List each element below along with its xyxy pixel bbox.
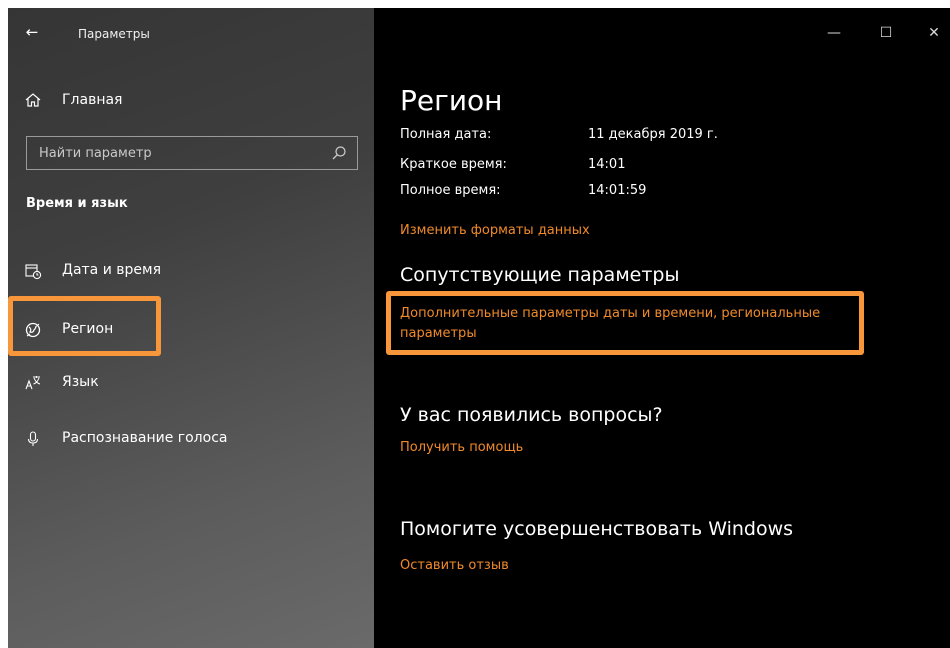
sidebar-item-label: Главная bbox=[62, 92, 123, 108]
language-icon bbox=[24, 374, 42, 392]
section-heading: Время и язык bbox=[26, 196, 128, 211]
calendar-clock-icon bbox=[24, 262, 42, 280]
info-label: Полная дата: bbox=[400, 127, 492, 142]
give-feedback-link[interactable]: Оставить отзыв bbox=[400, 558, 509, 573]
close-button[interactable]: ✕ bbox=[919, 22, 949, 44]
app-title: Параметры bbox=[78, 27, 150, 41]
sidebar-item-speech[interactable]: Распознавание голоса bbox=[8, 419, 374, 459]
search-box[interactable] bbox=[26, 136, 358, 170]
related-settings-heading: Сопутствующие параметры bbox=[400, 264, 680, 286]
sidebar: ← Параметры Главная Время и язык bbox=[8, 8, 374, 648]
back-arrow-icon: ← bbox=[25, 23, 39, 41]
improve-windows-heading: Помогите усовершенствовать Windows bbox=[400, 518, 794, 540]
maximize-button[interactable]: ☐ bbox=[871, 22, 901, 44]
minimize-icon: — bbox=[827, 25, 841, 41]
sidebar-item-label: Дата и время bbox=[62, 262, 161, 278]
window-controls: — ☐ ✕ bbox=[374, 8, 950, 60]
info-value: 11 декабря 2019 г. bbox=[588, 127, 718, 142]
maximize-icon: ☐ bbox=[879, 25, 893, 41]
globe-icon bbox=[24, 321, 42, 339]
info-label: Полное время: bbox=[400, 183, 501, 198]
sidebar-item-label: Регион bbox=[62, 321, 114, 337]
change-formats-link[interactable]: Изменить форматы данных bbox=[400, 223, 590, 238]
info-label: Краткое время: bbox=[400, 157, 507, 172]
info-row-full-date: Полная дата: 11 декабря 2019 г. bbox=[400, 127, 900, 147]
search-input[interactable] bbox=[27, 137, 317, 169]
sidebar-item-language[interactable]: Язык bbox=[8, 363, 374, 403]
info-value: 14:01:59 bbox=[588, 183, 647, 198]
sidebar-item-label: Распознавание голоса bbox=[62, 430, 228, 446]
sidebar-item-date-time[interactable]: Дата и время bbox=[8, 251, 374, 291]
microphone-icon bbox=[24, 430, 42, 448]
info-value: 14:01 bbox=[588, 157, 626, 172]
info-row-short-time: Краткое время: 14:01 bbox=[400, 157, 900, 177]
close-icon: ✕ bbox=[928, 25, 940, 41]
sidebar-item-region[interactable]: Регион bbox=[8, 310, 374, 350]
questions-heading: У вас появились вопросы? bbox=[400, 404, 663, 426]
minimize-button[interactable]: — bbox=[819, 22, 849, 44]
search-icon[interactable] bbox=[331, 145, 347, 161]
info-row-full-time: Полное время: 14:01:59 bbox=[400, 183, 900, 203]
back-button[interactable]: ← bbox=[22, 22, 42, 42]
title-bar: ← Параметры bbox=[8, 8, 374, 60]
home-icon bbox=[24, 91, 42, 109]
sidebar-item-label: Язык bbox=[62, 374, 99, 390]
settings-window: ← Параметры Главная Время и язык bbox=[8, 8, 950, 648]
page-title: Регион bbox=[400, 84, 503, 117]
advanced-date-time-region-link[interactable]: Дополнительные параметры даты и времени,… bbox=[400, 304, 860, 344]
sidebar-item-home[interactable]: Главная bbox=[8, 86, 374, 116]
get-help-link[interactable]: Получить помощь bbox=[400, 440, 523, 455]
